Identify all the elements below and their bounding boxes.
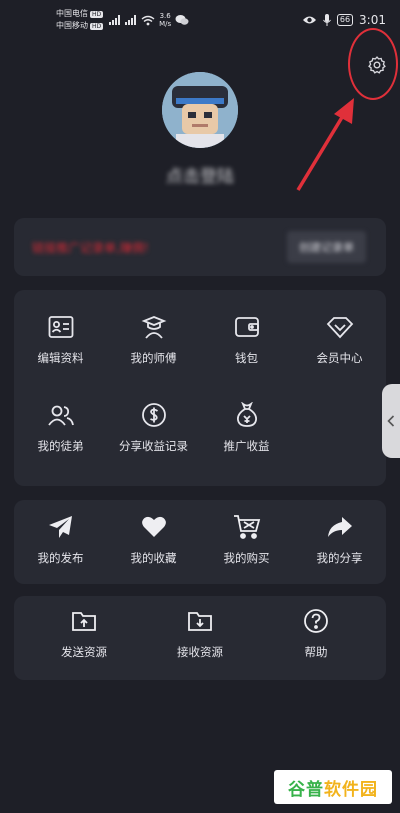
menu-item-my-posts[interactable]: 我的发布	[14, 512, 107, 566]
menu-item-help[interactable]: 帮助	[270, 606, 362, 660]
promotion-icon	[236, 402, 257, 427]
status-bar: 中国电信 HD 中国移动 HD 3.6 M/s 66 3:01	[0, 0, 400, 40]
wifi-icon	[141, 15, 155, 25]
folder-upload-icon	[72, 612, 96, 631]
menu-item-my-purchases[interactable]: 我的购买	[200, 512, 293, 566]
menu-item-share-earnings[interactable]: 分享收益记录	[107, 400, 200, 454]
create-record-button[interactable]: 创建记录单	[287, 231, 366, 263]
menu-section-content: 我的发布 我的收藏 我的购买 我的分享	[14, 500, 386, 584]
network-speed: 3.6 M/s	[159, 12, 171, 28]
menu-item-label: 帮助	[304, 645, 328, 659]
eye-icon	[302, 16, 316, 24]
menu-item-label: 接收资源	[177, 645, 223, 659]
status-time: 3:01	[359, 13, 386, 27]
wallet-icon	[234, 317, 259, 337]
menu-item-label: 推广收益	[223, 439, 270, 453]
signal-icon	[125, 15, 137, 25]
watermark-part1: 谷普	[288, 779, 324, 800]
menu-item-label: 我的徒弟	[37, 439, 84, 453]
coin-icon	[141, 403, 166, 427]
help-icon	[304, 609, 328, 633]
avatar-image	[162, 72, 238, 148]
wechat-icon	[175, 15, 189, 25]
diamond-icon	[326, 317, 353, 339]
menu-item-label: 编辑资料	[37, 351, 84, 365]
menu-item-label: 我的分享	[316, 551, 363, 565]
menu-item-label: 会员中心	[316, 351, 363, 365]
banner-text: 链接推广记录单,赚佣!	[32, 240, 149, 255]
folder-download-icon	[188, 612, 212, 631]
avatar[interactable]	[162, 72, 238, 148]
menu-item-my-shares[interactable]: 我的分享	[293, 512, 386, 566]
menu-item-label: 我的师傅	[130, 351, 177, 365]
menu-item-label: 钱包	[235, 351, 258, 365]
share-arrow-icon	[327, 517, 352, 537]
menu-item-my-master[interactable]: 我的师傅	[107, 312, 200, 366]
hd-badge: HD	[90, 23, 104, 30]
id-card-icon	[48, 316, 73, 338]
speed-value: 3.6	[159, 12, 171, 20]
users-icon	[47, 405, 74, 426]
battery-indicator: 66	[336, 14, 354, 26]
carrier-info: 中国电信 HD 中国移动 HD	[56, 8, 104, 32]
carrier1-label: 中国电信	[56, 9, 88, 18]
menu-item-receive-resources[interactable]: 接收资源	[154, 606, 246, 660]
menu-item-label: 发送资源	[61, 645, 107, 659]
menu-item-label: 我的发布	[37, 551, 84, 565]
annotation-circle	[348, 28, 398, 100]
watermark-part2: 软件园	[324, 779, 378, 800]
menu-item-send-resources[interactable]: 发送资源	[38, 606, 130, 660]
menu-item-wallet[interactable]: 钱包	[200, 312, 293, 366]
menu-item-label: 分享收益记录	[119, 439, 188, 453]
hd-badge: HD	[90, 11, 104, 18]
menu-item-label: 我的收藏	[130, 551, 177, 565]
side-drawer-handle[interactable]	[382, 384, 400, 458]
signal-icon	[109, 15, 121, 25]
graduate-icon	[141, 316, 166, 339]
speed-unit: M/s	[159, 20, 172, 28]
menu-section-account: 编辑资料 我的师傅 钱包 会员中心 我的徒弟 分享收益记录 推广收益	[14, 290, 386, 486]
watermark-logo: 谷普 软件园	[274, 770, 392, 804]
login-prompt[interactable]: 点击登陆	[0, 162, 400, 187]
menu-item-vip-center[interactable]: 会员中心	[293, 312, 386, 366]
promo-banner: 链接推广记录单,赚佣! 创建记录单	[14, 218, 386, 276]
carrier2-label: 中国移动	[56, 21, 88, 30]
menu-section-resources: 发送资源 接收资源 帮助	[14, 596, 386, 680]
menu-item-edit-profile[interactable]: 编辑资料	[14, 312, 107, 366]
menu-item-promotion-earnings[interactable]: 推广收益	[200, 400, 293, 454]
menu-item-label: 我的购买	[223, 551, 270, 565]
chevron-left-icon	[387, 415, 395, 427]
microphone-icon	[322, 14, 331, 26]
heart-icon	[141, 516, 166, 537]
paper-plane-icon	[48, 516, 72, 538]
menu-item-my-favorites[interactable]: 我的收藏	[107, 512, 200, 566]
menu-item-my-apprentice[interactable]: 我的徒弟	[14, 400, 107, 454]
cart-icon	[233, 515, 260, 539]
